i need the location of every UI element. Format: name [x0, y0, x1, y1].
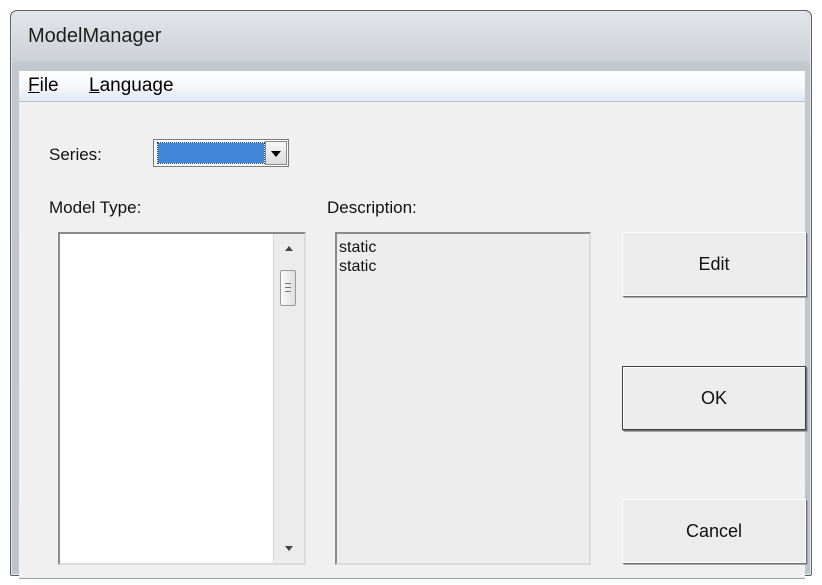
cancel-button[interactable]: Cancel: [622, 499, 806, 563]
scroll-thumb[interactable]: [280, 270, 296, 306]
scroll-down-button[interactable]: [274, 535, 304, 563]
series-selected-value: [157, 142, 265, 164]
chevron-down-icon: [271, 151, 281, 157]
dialog-client-area: Series: Model Type: Description: static …: [19, 102, 806, 579]
grip-line: [285, 291, 291, 292]
title-bar[interactable]: ModelManager: [12, 12, 810, 62]
grip-line: [285, 287, 291, 288]
series-combobox[interactable]: [153, 139, 289, 167]
edit-button[interactable]: Edit: [622, 232, 806, 296]
model-type-scrollbar[interactable]: [273, 234, 304, 563]
scroll-up-button[interactable]: [274, 234, 304, 262]
series-dropdown-button[interactable]: [265, 141, 287, 165]
menu-language-label: anguage: [99, 75, 174, 96]
menu-bar: File Language: [19, 71, 805, 102]
description-line: static: [339, 258, 377, 275]
menu-file[interactable]: File: [28, 75, 59, 97]
window-title: ModelManager: [28, 25, 162, 47]
menu-language-accelerator: L: [89, 75, 100, 96]
model-type-list[interactable]: [58, 232, 306, 565]
description-label: Description:: [327, 198, 417, 217]
model-manager-window: ModelManager File Language Series: Model…: [10, 10, 812, 579]
description-box: static static: [335, 232, 591, 565]
model-type-label: Model Type:: [49, 198, 142, 217]
menu-file-label: ile: [39, 75, 59, 96]
menu-language[interactable]: Language: [89, 75, 174, 97]
grip-line: [285, 283, 291, 284]
ok-button[interactable]: OK: [622, 366, 806, 430]
arrow-down-icon: [285, 546, 293, 551]
description-line: static: [339, 239, 377, 256]
menu-file-accelerator: F: [28, 75, 40, 96]
arrow-up-icon: [285, 246, 293, 251]
series-label: Series:: [49, 145, 102, 164]
